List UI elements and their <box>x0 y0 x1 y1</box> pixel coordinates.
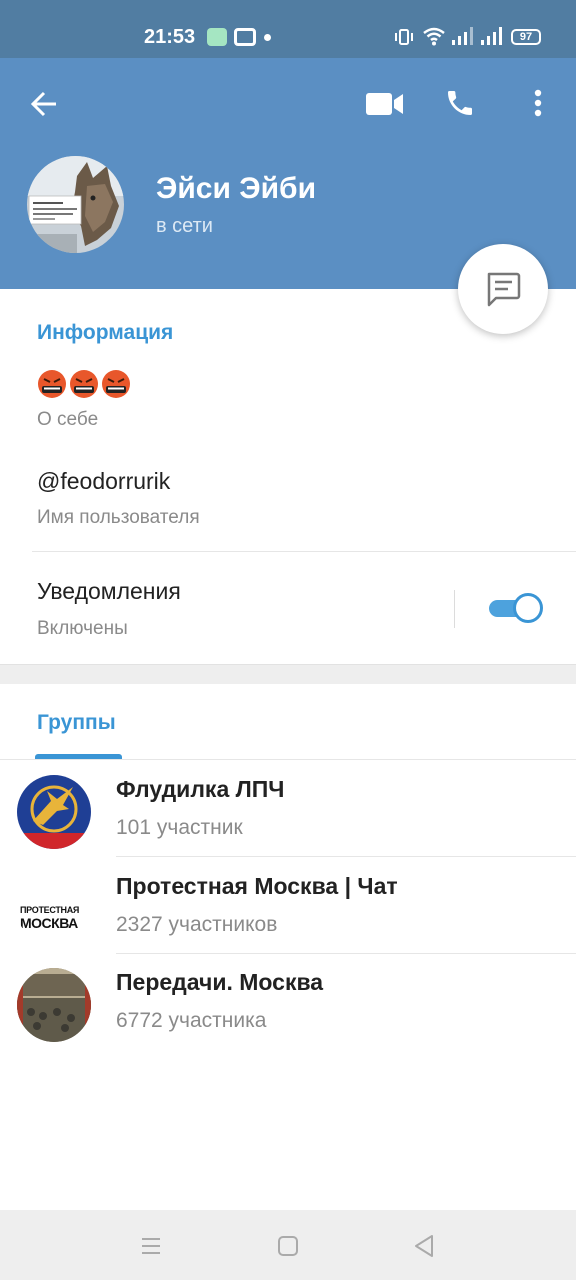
text-logo-avatar: ПРОТЕСТНАЯ МОСКВА <box>17 872 91 946</box>
back-triangle-icon[interactable] <box>410 1232 438 1260</box>
wolf-photo-avatar <box>27 156 124 253</box>
eagle-logo-avatar <box>17 775 91 849</box>
status-bar: 21:53 97 <box>0 0 576 58</box>
group-avatar <box>17 775 91 849</box>
notifications-toggle[interactable] <box>487 592 543 624</box>
member-count: 6772 участника <box>116 1009 267 1032</box>
app-notification-icon <box>207 28 227 46</box>
status-time: 21:53 <box>144 26 196 48</box>
bio-label: О себе <box>37 409 99 430</box>
system-nav-bar <box>0 1210 576 1280</box>
photo-avatar <box>17 968 91 1042</box>
member-count: 101 участник <box>116 816 243 839</box>
app-notification-icon <box>234 28 256 46</box>
profile-name: Эйси Эйби <box>156 172 317 205</box>
home-square-icon[interactable] <box>274 1232 302 1260</box>
section-separator <box>0 664 576 684</box>
bio-emojis[interactable] <box>37 369 131 399</box>
notifications-status: Включены <box>37 618 128 639</box>
toggle-knob <box>513 593 543 623</box>
signal-icon <box>481 27 502 45</box>
tab-groups[interactable]: Группы <box>37 711 116 735</box>
vibrate-icon <box>395 29 413 45</box>
group-avatar: ПРОТЕСТНАЯ МОСКВА <box>17 872 91 946</box>
angry-face-emoji <box>70 370 98 398</box>
back-button[interactable] <box>22 82 66 126</box>
angry-face-emoji <box>38 370 66 398</box>
group-name: Протестная Москва | Чат <box>116 873 398 899</box>
online-status: в сети <box>156 215 213 237</box>
username-label: Имя пользователя <box>37 507 200 528</box>
call-button[interactable] <box>437 80 483 126</box>
message-icon <box>487 272 521 307</box>
info-section-title: Информация <box>37 321 174 344</box>
member-count: 2327 участников <box>116 913 278 936</box>
battery-icon: 97 <box>511 29 541 45</box>
more-options-button[interactable] <box>518 80 558 126</box>
logo-text-line: ПРОТЕСТНАЯ <box>20 905 80 915</box>
divider <box>454 590 455 628</box>
signal-icon <box>452 27 473 45</box>
divider <box>32 551 576 552</box>
group-name: Передачи. Москва <box>116 969 324 995</box>
more-vertical-icon <box>534 89 542 117</box>
avatar[interactable] <box>27 156 124 253</box>
wifi-icon <box>423 27 445 46</box>
username[interactable]: @feodorrurik <box>37 468 170 495</box>
phone-icon <box>448 91 472 115</box>
list-item[interactable]: Флудилка ЛПЧ 101 участник <box>0 760 576 857</box>
arrow-left-icon <box>30 91 56 117</box>
menu-icon[interactable] <box>137 1232 165 1260</box>
notifications-label[interactable]: Уведомления <box>37 578 181 605</box>
angry-face-emoji <box>102 370 130 398</box>
list-item[interactable]: Передачи. Москва 6772 участника <box>0 953 576 1049</box>
send-message-button[interactable] <box>458 244 548 334</box>
video-camera-icon <box>366 93 403 115</box>
dot-icon <box>264 34 271 41</box>
video-call-button[interactable] <box>362 82 408 126</box>
group-name: Флудилка ЛПЧ <box>116 776 285 802</box>
group-avatar <box>17 968 91 1042</box>
list-item[interactable]: ПРОТЕСТНАЯ МОСКВА Протестная Москва | Ча… <box>0 857 576 954</box>
logo-text-line: МОСКВА <box>20 915 78 931</box>
